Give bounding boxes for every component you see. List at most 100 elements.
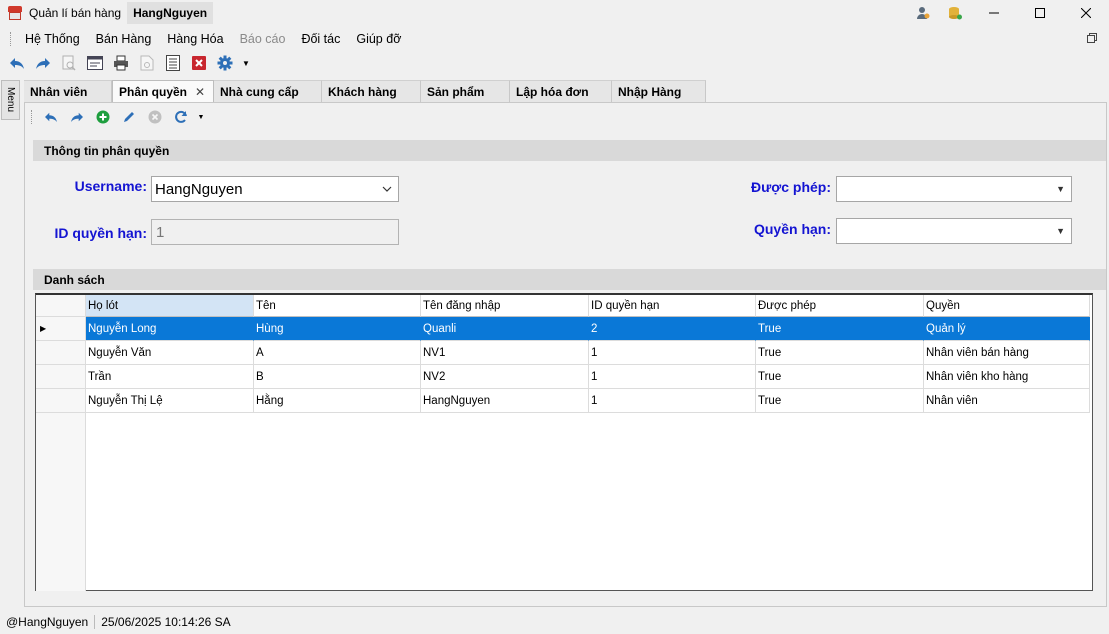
cell-duoc-phep[interactable]: True [756,365,924,389]
permissions-grid[interactable]: Họ lót Tên Tên đăng nhập ID quyền hạn Đư… [35,293,1093,591]
cell-id-quyen-han[interactable]: 1 [589,341,756,365]
side-menu-tab[interactable]: Menu [1,80,20,120]
menu-doi-tac[interactable]: Đối tác [293,30,348,48]
cell-ten[interactable]: A [254,341,421,365]
settings-gear-icon[interactable] [214,53,236,73]
database-icon[interactable] [939,0,971,26]
cell-quyen[interactable]: Nhân viên bán hàng [924,341,1090,365]
dropdown-arrow-icon[interactable]: ▼ [240,53,252,73]
cell-duoc-phep[interactable]: True [756,389,924,413]
sub-toolbar: ▼ [31,107,206,127]
document-icon[interactable] [136,53,158,73]
cell-duoc-phep[interactable]: True [756,341,924,365]
menu-bar: Hệ Thống Bán Hàng Hàng Hóa Báo cáo Đối t… [0,28,1109,50]
column-header-ten-dang-nhap[interactable]: Tên đăng nhập [421,295,589,317]
table-row[interactable]: Nguyễn Văn A NV1 1 True Nhân viên bán hà… [36,341,1090,365]
column-header-duoc-phep[interactable]: Được phép [756,295,924,317]
form-icon[interactable] [84,53,106,73]
cell-ten[interactable]: Hùng [254,317,421,341]
cell-duoc-phep[interactable]: True [756,317,924,341]
tab-content-phan-quyen: ▼ Thông tin phân quyền Username: HangNgu… [24,102,1107,607]
row-header[interactable] [36,365,86,389]
mdi-restore-icon[interactable] [1087,32,1097,46]
minimize-button[interactable] [971,0,1017,26]
menu-hang-hoa[interactable]: Hàng Hóa [159,30,231,48]
tab-nhap-hang[interactable]: Nhập Hàng [612,80,706,102]
add-icon[interactable] [92,107,114,127]
back-icon[interactable] [40,107,62,127]
cell-quyen[interactable]: Nhân viên kho hàng [924,365,1090,389]
tab-san-pham[interactable]: Sản phẩm [421,80,510,102]
column-header-ho-lot[interactable]: Họ lót [86,295,254,317]
redo-icon[interactable] [32,53,54,73]
undo-icon[interactable] [6,53,28,73]
menu-bao-cao[interactable]: Báo cáo [232,30,294,48]
menu-ban-hang[interactable]: Bán Hàng [88,30,160,48]
cell-ho-lot[interactable]: Nguyễn Văn [86,341,254,365]
table-row[interactable]: Nguyễn Thị Lệ Hằng HangNguyen 1 True Nhâ… [36,389,1090,413]
cell-ten[interactable]: B [254,365,421,389]
username-combo[interactable]: HangNguyen [151,176,399,202]
tab-label: Lập hóa đơn [516,84,589,99]
row-header[interactable] [36,341,86,365]
cell-id-quyen-han[interactable]: 2 [589,317,756,341]
column-header-ten[interactable]: Tên [254,295,421,317]
allowed-label: Được phép: [751,179,831,195]
maximize-button[interactable] [1017,0,1063,26]
status-bar: @HangNguyen 25/06/2025 10:14:26 SA [0,610,1109,634]
username-label: Username: [74,178,147,194]
tab-nha-cung-cap[interactable]: Nhà cung cấp [214,80,322,102]
tab-nhan-vien[interactable]: Nhân viên [24,80,112,102]
cell-ho-lot[interactable]: Trần [86,365,254,389]
cell-quyen[interactable]: Nhân viên [924,389,1090,413]
cell-ten[interactable]: Hằng [254,389,421,413]
cell-id-quyen-han[interactable]: 1 [589,365,756,389]
tab-label: Nhà cung cấp [220,84,299,99]
allowed-combo[interactable]: ▼ [836,176,1072,202]
id-field[interactable]: 1 [151,219,399,245]
username-value: HangNguyen [155,180,243,198]
user-settings-icon[interactable] [907,0,939,26]
column-header-id-quyen-han[interactable]: ID quyền hạn [589,295,756,317]
dropdown-arrow-icon[interactable]: ▼ [196,107,206,127]
exit-icon[interactable] [188,53,210,73]
tab-close-icon[interactable]: ✕ [195,85,205,99]
column-header-quyen[interactable]: Quyền [924,295,1090,317]
cell-id-quyen-han[interactable]: 1 [589,389,756,413]
grid-header-row: Họ lót Tên Tên đăng nhập ID quyền hạn Đư… [36,295,1090,319]
row-header[interactable] [36,389,86,413]
refresh-icon[interactable] [170,107,192,127]
cell-ten-dang-nhap[interactable]: HangNguyen [421,389,589,413]
print-icon[interactable] [110,53,132,73]
cell-ho-lot[interactable]: Nguyễn Long [86,317,254,341]
menu-he-thong[interactable]: Hệ Thống [17,30,88,48]
close-button[interactable] [1063,0,1109,26]
status-divider [94,615,96,629]
cell-ten-dang-nhap[interactable]: Quanli [421,317,589,341]
permission-combo[interactable]: ▼ [836,218,1072,244]
cell-ten-dang-nhap[interactable]: NV1 [421,341,589,365]
user-tab[interactable]: HangNguyen [127,2,214,24]
forward-icon[interactable] [66,107,88,127]
cell-ten-dang-nhap[interactable]: NV2 [421,365,589,389]
preview-icon[interactable] [58,53,80,73]
id-value: 1 [156,223,165,241]
cell-ho-lot[interactable]: Nguyễn Thị Lệ [86,389,254,413]
status-datetime: 25/06/2025 10:14:26 SA [101,615,231,629]
tab-label: Nhân viên [30,84,88,99]
menu-giup-do[interactable]: Giúp đỡ [348,30,409,48]
toolbar-grip [31,110,34,124]
chevron-down-icon [382,181,392,200]
tab-lap-hoa-don[interactable]: Lập hóa đơn [510,80,612,102]
tab-phan-quyen[interactable]: Phân quyền ✕ [112,80,214,102]
table-row[interactable]: ▶ Nguyễn Long Hùng Quanli 2 True Quản lý [36,317,1090,341]
table-row[interactable]: Trần B NV2 1 True Nhân viên kho hàng [36,365,1090,389]
main-toolbar: ▼ [0,52,1109,74]
id-label: ID quyền hạn: [54,225,147,241]
document-tabs: Nhân viên Phân quyền ✕ Nhà cung cấp Khách… [24,80,706,102]
delete-icon[interactable] [144,107,166,127]
list-icon[interactable] [162,53,184,73]
cell-quyen[interactable]: Quản lý [924,317,1090,341]
tab-khach-hang[interactable]: Khách hàng [322,80,421,102]
edit-pencil-icon[interactable] [118,107,140,127]
